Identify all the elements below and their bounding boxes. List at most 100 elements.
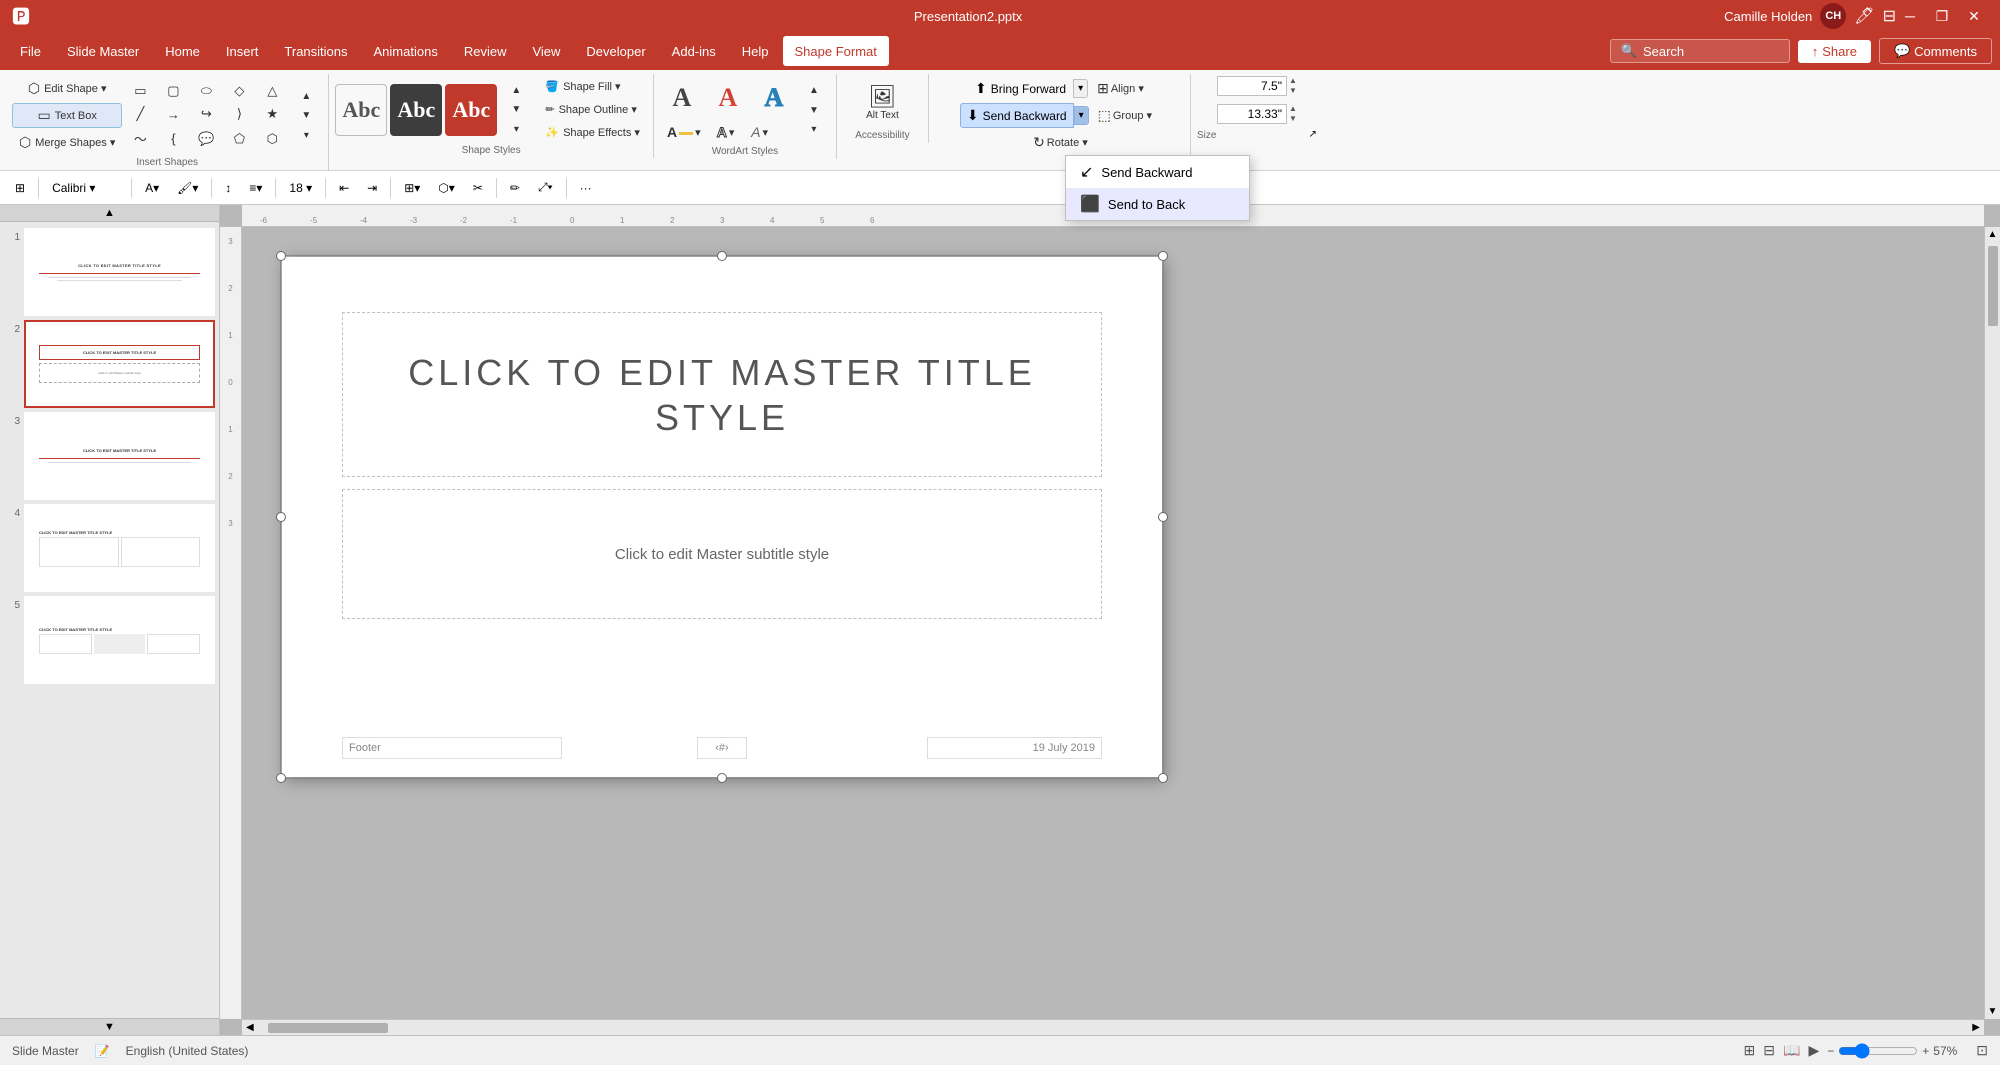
height-input[interactable] — [1217, 76, 1287, 96]
menu-review[interactable]: Review — [452, 36, 519, 66]
style-scroll-up[interactable]: ▲ — [500, 83, 532, 98]
merge-shapes-button[interactable]: ⬡ Merge Shapes ▾ — [12, 130, 122, 155]
menu-animations[interactable]: Animations — [362, 36, 450, 66]
style-more[interactable]: ▾ — [500, 122, 532, 137]
handle-tr[interactable] — [1158, 251, 1168, 261]
handle-mr[interactable] — [1158, 512, 1168, 522]
handle-ml[interactable] — [276, 512, 286, 522]
shape-more[interactable]: ▾ — [290, 128, 322, 143]
zoom-level[interactable]: 57% — [1933, 1044, 1968, 1058]
send-to-back-option[interactable]: ⬛ Send to Back — [1066, 188, 1249, 220]
slide-subtitle-box[interactable]: Click to edit Master subtitle style — [342, 489, 1102, 619]
slide-thumb-5[interactable]: 5 CLICK TO EDIT MASTER TITLE STYLE — [4, 596, 215, 684]
shape-line[interactable]: ╱ — [124, 103, 156, 125]
font-family-select[interactable]: Calibri ▾ — [45, 178, 125, 198]
font-size-select[interactable]: 18 ▾ — [282, 178, 319, 198]
shape-scroll-down[interactable]: ▼ — [290, 108, 322, 123]
menu-view[interactable]: View — [520, 36, 572, 66]
share-button[interactable]: ↑ Share — [1798, 40, 1871, 63]
shape-style-1[interactable]: Abc — [335, 84, 387, 136]
menu-shape-format[interactable]: Shape Format — [783, 36, 889, 66]
menu-add-ins[interactable]: Add-ins — [660, 36, 728, 66]
shape-pentagon[interactable]: ⬠ — [223, 126, 255, 151]
h-scroll-right[interactable]: ▶ — [1968, 1022, 1984, 1033]
slide-scroll-down[interactable]: ▼ — [0, 1018, 219, 1035]
align-text[interactable]: ≡▾ — [242, 178, 269, 198]
handle-tm[interactable] — [717, 251, 727, 261]
align-button[interactable]: ⊞ Align ▾ — [1090, 76, 1151, 101]
menu-home[interactable]: Home — [153, 36, 212, 66]
view-slide-sorter-icon[interactable]: ⊟ — [1763, 1042, 1775, 1059]
send-backward-main[interactable]: ⬇ Send Backward — [960, 103, 1074, 128]
shape-connector[interactable]: ↪ — [190, 103, 222, 125]
menu-developer[interactable]: Developer — [574, 36, 657, 66]
send-backward-option[interactable]: ↙ Send Backward — [1066, 156, 1249, 188]
width-up-arrow[interactable]: ▲ — [1289, 104, 1297, 114]
menu-help[interactable]: Help — [730, 36, 781, 66]
alt-text-button[interactable]: 🖼 Alt Text — [852, 76, 912, 128]
slide-title-box[interactable]: CLICK TO EDIT MASTER TITLE STYLE — [342, 312, 1102, 477]
shape-curve[interactable]: 〜 — [124, 126, 156, 151]
zoom-out-icon[interactable]: − — [1827, 1044, 1834, 1058]
rotate-align[interactable]: ⤢▾ — [531, 177, 560, 198]
shape-arrow[interactable]: → — [157, 103, 189, 125]
width-input[interactable] — [1217, 104, 1287, 124]
view-presenter-icon[interactable]: ▶ — [1808, 1042, 1819, 1059]
height-up-arrow[interactable]: ▲ — [1289, 76, 1297, 86]
slide-footer-right[interactable]: 19 July 2019 — [927, 737, 1102, 759]
shape-octagon[interactable]: ⬡ — [256, 126, 288, 151]
draw-button[interactable]: ✏ — [503, 178, 527, 198]
v-scroll-down[interactable]: ▼ — [1986, 1004, 2000, 1019]
wordart-more[interactable]: ▾ — [798, 122, 830, 137]
crop-button[interactable]: ✂ — [466, 178, 490, 198]
shape-callout[interactable]: 💬 — [190, 126, 222, 151]
width-down-arrow[interactable]: ▼ — [1289, 114, 1297, 124]
view-reading-icon[interactable]: 📖 — [1783, 1042, 1800, 1059]
h-scroll-thumb[interactable] — [268, 1023, 388, 1033]
send-backward-dropdown-arrow[interactable]: ▾ — [1074, 106, 1089, 125]
pointer-select[interactable]: ⊞ — [8, 178, 32, 198]
slide-footer-center[interactable]: ‹#› — [697, 737, 747, 759]
menu-slide-master[interactable]: Slide Master — [55, 36, 151, 66]
text-effects-button[interactable]: A ▾ — [744, 120, 776, 144]
font-highlight[interactable]: 🖌▾ — [170, 178, 205, 198]
shape-scroll-up[interactable]: ▲ — [290, 89, 322, 104]
height-down-arrow[interactable]: ▼ — [1289, 86, 1297, 96]
slide-thumb-1[interactable]: 1 CLICK TO EDIT MASTER TITLE STYLE — [4, 228, 215, 316]
comments-button[interactable]: 💬 Comments — [1879, 38, 1992, 64]
wordart-style-3[interactable]: A — [752, 76, 796, 120]
v-scroll-thumb[interactable] — [1988, 246, 1998, 326]
handle-bm[interactable] — [717, 773, 727, 783]
menu-transitions[interactable]: Transitions — [272, 36, 359, 66]
slide-thumb-2[interactable]: 2 CLICK TO EDIT MASTER TITLE STYLE Click… — [4, 320, 215, 408]
shape-style-2[interactable]: Abc — [390, 84, 442, 136]
wordart-style-1[interactable]: A — [660, 76, 704, 120]
shape-outline-button[interactable]: ✏ Shape Outline ▾ — [538, 99, 647, 120]
h-scroll-left[interactable]: ◀ — [242, 1022, 258, 1033]
menu-file[interactable]: File — [8, 36, 53, 66]
slide-footer-left[interactable]: Footer — [342, 737, 562, 759]
zoom-in-icon[interactable]: + — [1922, 1044, 1929, 1058]
shape-rounded[interactable]: ▢ — [157, 80, 189, 102]
style-scroll-down[interactable]: ▼ — [500, 102, 532, 117]
wordart-scroll-down[interactable]: ▼ — [798, 103, 830, 118]
slide-thumb-3[interactable]: 3 CLICK TO EDIT MASTER TITLE STYLE — [4, 412, 215, 500]
column-button[interactable]: ⊞▾ — [397, 178, 427, 198]
close-button[interactable]: ✕ — [1960, 5, 1988, 27]
minimize-button[interactable]: ─ — [1896, 5, 1924, 27]
text-outline-button[interactable]: A ▾ — [710, 120, 742, 144]
bring-forward-arrow[interactable]: ▾ — [1073, 79, 1088, 98]
search-box[interactable]: 🔍 Search — [1610, 39, 1790, 63]
line-spacing[interactable]: ↕ — [218, 178, 238, 198]
notes-icon[interactable]: 📝 — [95, 1044, 110, 1058]
shape-diamond[interactable]: ◇ — [223, 80, 255, 102]
shape-star[interactable]: ★ — [256, 103, 288, 125]
shape-effects-button[interactable]: ✨ Shape Effects ▾ — [538, 122, 647, 143]
indent-inc[interactable]: ⇥ — [360, 178, 384, 198]
smart-art[interactable]: ⬡▾ — [431, 178, 462, 198]
menu-insert[interactable]: Insert — [214, 36, 271, 66]
bring-forward-main[interactable]: ⬆ Bring Forward — [968, 76, 1073, 101]
edit-shape-button[interactable]: ⬡ Edit Shape ▾ — [12, 76, 122, 101]
wordart-style-2[interactable]: A — [706, 76, 750, 120]
view-normal-icon[interactable]: ⊞ — [1744, 1042, 1756, 1059]
